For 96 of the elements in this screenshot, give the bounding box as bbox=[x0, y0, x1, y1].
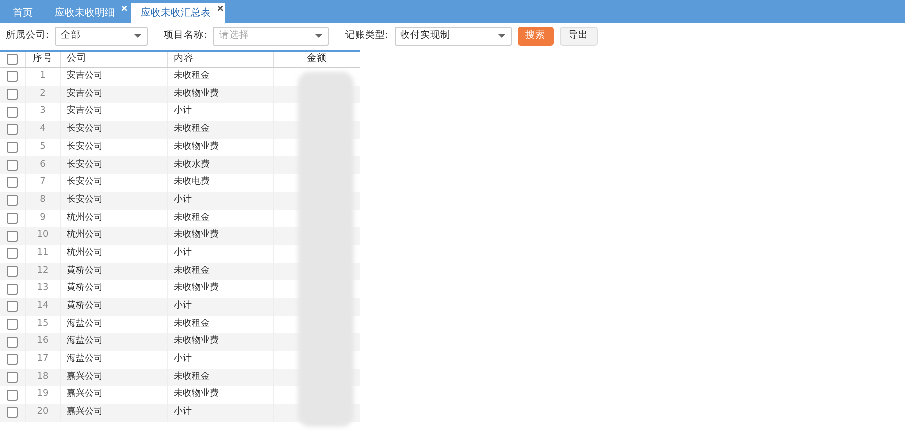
table-cell-text: 长安公司 bbox=[67, 194, 103, 207]
table-cell-text: 安吉公司 bbox=[67, 70, 103, 84]
tab[interactable]: 应收未收汇总表 bbox=[131, 3, 225, 23]
table-cell-text: 15 bbox=[37, 318, 49, 331]
table-cell-text: 嘉兴公司 bbox=[67, 370, 103, 384]
field-label: 所属公司: bbox=[6, 28, 50, 43]
checkbox[interactable] bbox=[7, 54, 18, 65]
column-header[interactable]: 序号 bbox=[33, 52, 53, 67]
table-cell-text: 未收物业费 bbox=[174, 229, 219, 242]
table-cell-text: 海盐公司 bbox=[67, 335, 103, 348]
table-cell-text: 海盐公司 bbox=[67, 353, 103, 366]
checkbox[interactable] bbox=[7, 284, 18, 295]
table-cell-text: 9 bbox=[40, 212, 46, 225]
table-cell-text: 小计 bbox=[174, 105, 192, 118]
checkbox[interactable] bbox=[7, 318, 18, 330]
table-cell-text: 6 bbox=[40, 158, 46, 172]
checkbox[interactable] bbox=[7, 336, 18, 348]
field-label: 记账类型: bbox=[345, 28, 389, 43]
table-cell-text: 小计 bbox=[174, 246, 192, 260]
checkbox[interactable] bbox=[7, 177, 18, 188]
checkbox[interactable] bbox=[7, 407, 18, 418]
column-header[interactable]: 金额 bbox=[307, 52, 327, 67]
table-cell-text: 未收物业费 bbox=[174, 282, 219, 296]
table-cell-text: 小计 bbox=[174, 194, 192, 207]
caret-icon bbox=[134, 34, 142, 38]
table-cell-text: 1 bbox=[40, 70, 46, 84]
table-cell-text: 安吉公司 bbox=[67, 105, 103, 118]
table-cell-text: 杭州公司 bbox=[67, 212, 103, 225]
table-cell-text: 长安公司 bbox=[67, 176, 103, 190]
table-cell-text: 黄桥公司 bbox=[67, 300, 103, 314]
table-cell-text: 16 bbox=[37, 335, 49, 348]
table-cell-text: 8 bbox=[40, 194, 46, 207]
column-header[interactable]: 内容 bbox=[174, 52, 194, 67]
table-cell-text: 4 bbox=[40, 123, 46, 136]
field-label: 项目名称: bbox=[164, 28, 208, 43]
table-cell-text: 未收租金 bbox=[174, 264, 210, 278]
table-cell-text: 19 bbox=[37, 388, 49, 402]
table-cell-text: 嘉兴公司 bbox=[67, 406, 103, 420]
checkbox[interactable] bbox=[7, 390, 18, 401]
checkbox[interactable] bbox=[7, 124, 18, 136]
column-header[interactable]: 公司 bbox=[67, 52, 87, 67]
table-cell-text: 7 bbox=[40, 176, 46, 190]
caret-icon bbox=[315, 34, 324, 38]
close-icon[interactable] bbox=[218, 6, 223, 11]
table-cell-text: 未收电费 bbox=[174, 176, 210, 190]
table-cell-text: 黄桥公司 bbox=[67, 264, 103, 278]
checkbox[interactable] bbox=[7, 71, 18, 82]
table-cell-text: 未收租金 bbox=[174, 318, 210, 331]
table-cell-text: 未收租金 bbox=[174, 370, 210, 384]
table-cell-text: 未收水费 bbox=[174, 158, 210, 172]
table-cell-text: 嘉兴公司 bbox=[67, 388, 103, 402]
table-cell-text: 5 bbox=[40, 140, 46, 154]
table-cell-text: 未收物业费 bbox=[174, 140, 219, 154]
table-cell-text: 未收物业费 bbox=[174, 88, 219, 101]
checkbox[interactable] bbox=[7, 301, 18, 312]
table-cell-text: 3 bbox=[40, 105, 46, 118]
checkbox[interactable] bbox=[7, 106, 18, 118]
checkbox[interactable] bbox=[7, 354, 18, 366]
checkbox[interactable] bbox=[7, 372, 18, 384]
table-cell-text: 未收租金 bbox=[174, 212, 210, 225]
export-button[interactable]: 导出 bbox=[560, 26, 598, 46]
table-cell-text: 20 bbox=[37, 406, 49, 420]
table-cell-text: 未收租金 bbox=[174, 70, 210, 84]
table-cell-text: 2 bbox=[40, 88, 46, 101]
table-cell-text: 未收租金 bbox=[174, 123, 210, 136]
checkbox[interactable] bbox=[7, 160, 18, 171]
table-cell-text: 10 bbox=[37, 229, 49, 242]
checkbox[interactable] bbox=[7, 266, 18, 277]
table-cell-text: 杭州公司 bbox=[67, 229, 103, 242]
checkbox[interactable] bbox=[7, 230, 18, 242]
dropdown[interactable]: 收付实现制 bbox=[394, 26, 512, 46]
table-cell-text: 11 bbox=[37, 246, 49, 260]
table-cell-text: 14 bbox=[37, 300, 49, 314]
table-cell-text: 安吉公司 bbox=[67, 88, 103, 101]
table-cell-text: 17 bbox=[37, 353, 49, 366]
table-cell-text: 13 bbox=[37, 282, 49, 296]
checkbox[interactable] bbox=[7, 89, 18, 100]
table-cell-text: 小计 bbox=[174, 300, 192, 314]
caret-icon bbox=[498, 34, 506, 38]
table-cell-text: 未收物业费 bbox=[174, 335, 219, 348]
table-cell-text: 12 bbox=[37, 264, 49, 278]
checkbox[interactable] bbox=[7, 195, 18, 206]
checkbox[interactable] bbox=[7, 248, 18, 260]
checkbox[interactable] bbox=[7, 212, 18, 224]
table-cell-text: 杭州公司 bbox=[67, 246, 103, 260]
dropdown[interactable]: 全部 bbox=[55, 26, 148, 46]
table-cell-text: 长安公司 bbox=[67, 123, 103, 136]
table-cell-text: 长安公司 bbox=[67, 158, 103, 172]
table-cell-text: 海盐公司 bbox=[67, 318, 103, 331]
table-cell-text: 长安公司 bbox=[67, 140, 103, 154]
table-cell-text: 18 bbox=[37, 370, 49, 384]
table-cell-text: 未收物业费 bbox=[174, 388, 219, 402]
checkbox[interactable] bbox=[7, 142, 18, 154]
table-cell-text: 小计 bbox=[174, 353, 192, 366]
table-cell-text: 小计 bbox=[174, 406, 192, 420]
table-cell-text: 黄桥公司 bbox=[67, 282, 103, 296]
